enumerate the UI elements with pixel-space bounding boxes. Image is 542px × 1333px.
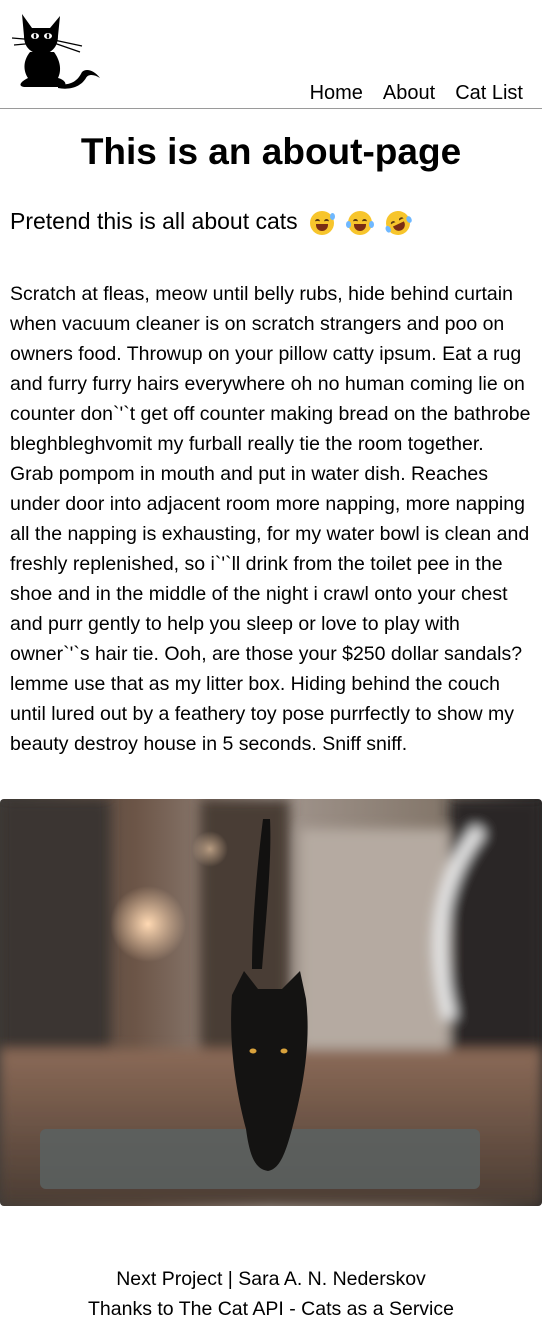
- about-paragraph: Scratch at fleas, meow until belly rubs,…: [10, 283, 531, 755]
- black-cat-photo: [0, 799, 542, 1206]
- page-title: This is an about-page: [80, 131, 462, 172]
- nav-link-home[interactable]: Home: [310, 80, 363, 106]
- black-cat-logo[interactable]: [2, 10, 102, 90]
- main-nav: Home About Cat List: [310, 80, 523, 106]
- footer-thanks[interactable]: Thanks to The Cat API - Cats as a Servic…: [0, 1294, 542, 1324]
- about-page: Home About Cat List This is an about-pag…: [0, 0, 542, 1333]
- nav-link-cat-list[interactable]: Cat List: [455, 80, 523, 106]
- page-subtitle: Pretend this is all about cats: [10, 204, 415, 239]
- tears-of-joy-emoji-icon: [346, 210, 375, 235]
- subtitle-text: Pretend this is all about cats: [10, 208, 298, 234]
- site-footer: Next Project | Sara A. N. Nederskov Than…: [0, 1264, 542, 1324]
- footer-credit[interactable]: Next Project | Sara A. N. Nederskov: [0, 1264, 542, 1294]
- rofl-emoji-icon: [382, 206, 415, 239]
- emoji-group: [310, 206, 415, 239]
- sweat-smile-emoji-icon: [310, 210, 336, 235]
- nav-link-about[interactable]: About: [383, 80, 435, 106]
- site-header: Home About Cat List: [0, 0, 542, 109]
